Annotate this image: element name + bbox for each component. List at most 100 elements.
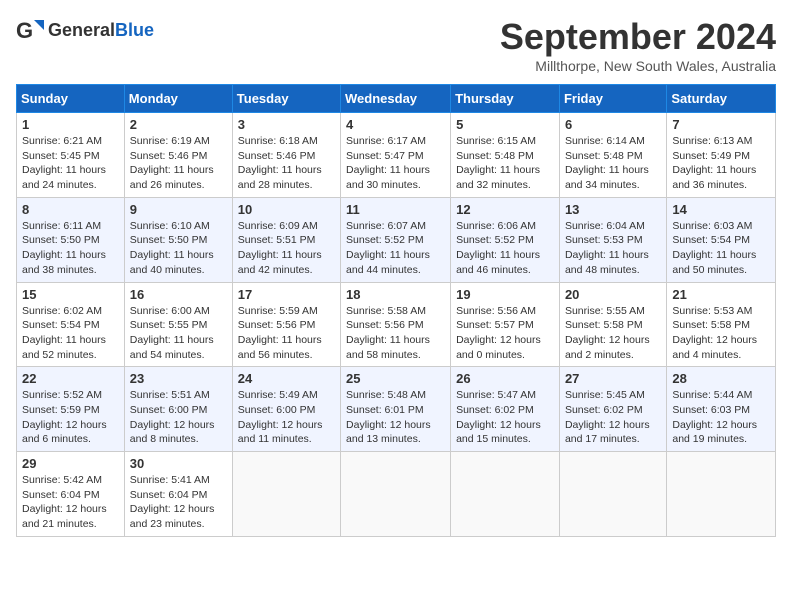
- cell-content: Sunrise: 6:21 AM Sunset: 5:45 PM Dayligh…: [22, 134, 119, 193]
- cell-content: Sunrise: 6:15 AM Sunset: 5:48 PM Dayligh…: [456, 134, 554, 193]
- calendar-cell: 19 Sunrise: 5:56 AM Sunset: 5:57 PM Dayli…: [451, 282, 560, 367]
- calendar-cell: 10Sunrise: 6:09 AM Sunset: 5:51 PM Dayli…: [232, 197, 340, 282]
- day-number: 2: [130, 117, 227, 132]
- day-number: 17: [238, 287, 335, 302]
- cell-content: Sunrise: 6:19 AM Sunset: 5:46 PM Dayligh…: [130, 134, 227, 193]
- day-number: 23: [130, 371, 227, 386]
- cell-content: Sunrise: 6:13 AM Sunset: 5:49 PM Dayligh…: [672, 134, 770, 193]
- calendar-cell: [341, 452, 451, 537]
- day-number: 30: [130, 456, 227, 471]
- day-number: 7: [672, 117, 770, 132]
- day-number: 22: [22, 371, 119, 386]
- day-number: 12: [456, 202, 554, 217]
- calendar-cell: 3Sunrise: 6:18 AM Sunset: 5:46 PM Daylig…: [232, 113, 340, 198]
- cell-content: Sunrise: 5:49 AM Sunset: 6:00 PM Dayligh…: [238, 388, 335, 447]
- calendar-cell: 9 Sunrise: 6:10 AM Sunset: 5:50 PM Daylig…: [124, 197, 232, 282]
- logo-text-blue: Blue: [115, 20, 154, 40]
- cell-content: Sunrise: 5:44 AM Sunset: 6:03 PM Dayligh…: [672, 388, 770, 447]
- calendar-cell: 16Sunrise: 6:00 AM Sunset: 5:55 PM Dayli…: [124, 282, 232, 367]
- calendar-cell: 30 Sunrise: 5:41 AM Sunset: 6:04 PM Dayli…: [124, 452, 232, 537]
- day-number: 3: [238, 117, 335, 132]
- calendar-cell: 20Sunrise: 5:55 AM Sunset: 5:58 PM Dayli…: [559, 282, 666, 367]
- day-number: 13: [565, 202, 661, 217]
- calendar-cell: 13 Sunrise: 6:04 AM Sunset: 5:53 PM Dayli…: [559, 197, 666, 282]
- weekday-wednesday: Wednesday: [341, 85, 451, 113]
- weekday-friday: Friday: [559, 85, 666, 113]
- weekday-saturday: Saturday: [667, 85, 776, 113]
- calendar-cell: [667, 452, 776, 537]
- day-number: 15: [22, 287, 119, 302]
- calendar-cell: 21Sunrise: 5:53 AM Sunset: 5:58 PM Dayli…: [667, 282, 776, 367]
- month-title: September 2024: [500, 16, 776, 58]
- title-block: September 2024 Millthorpe, New South Wal…: [500, 16, 776, 74]
- cell-content: Sunrise: 6:10 AM Sunset: 5:50 PM Dayligh…: [130, 219, 227, 278]
- calendar-cell: 2 Sunrise: 6:19 AM Sunset: 5:46 PM Daylig…: [124, 113, 232, 198]
- cell-content: Sunrise: 5:42 AM Sunset: 6:04 PM Dayligh…: [22, 473, 119, 532]
- calendar-cell: 18 Sunrise: 5:58 AM Sunset: 5:56 PM Dayli…: [341, 282, 451, 367]
- calendar-cell: [451, 452, 560, 537]
- day-number: 6: [565, 117, 661, 132]
- calendar-cell: 7 Sunrise: 6:13 AM Sunset: 5:49 PM Daylig…: [667, 113, 776, 198]
- day-number: 18: [346, 287, 445, 302]
- cell-content: Sunrise: 5:59 AM Sunset: 5:56 PM Dayligh…: [238, 304, 335, 363]
- day-number: 11: [346, 202, 445, 217]
- cell-content: Sunrise: 5:53 AM Sunset: 5:58 PM Dayligh…: [672, 304, 770, 363]
- cell-content: Sunrise: 5:41 AM Sunset: 6:04 PM Dayligh…: [130, 473, 227, 532]
- cell-content: Sunrise: 6:07 AM Sunset: 5:52 PM Dayligh…: [346, 219, 445, 278]
- cell-content: Sunrise: 5:58 AM Sunset: 5:56 PM Dayligh…: [346, 304, 445, 363]
- day-number: 26: [456, 371, 554, 386]
- calendar-cell: 14Sunrise: 6:03 AM Sunset: 5:54 PM Dayli…: [667, 197, 776, 282]
- calendar-cell: 5 Sunrise: 6:15 AM Sunset: 5:48 PM Daylig…: [451, 113, 560, 198]
- calendar-cell: 4Sunrise: 6:17 AM Sunset: 5:47 PM Daylig…: [341, 113, 451, 198]
- calendar-cell: 25Sunrise: 5:48 AM Sunset: 6:01 PM Dayli…: [341, 367, 451, 452]
- cell-content: Sunrise: 5:47 AM Sunset: 6:02 PM Dayligh…: [456, 388, 554, 447]
- day-number: 29: [22, 456, 119, 471]
- page-header: G GeneralBlue September 2024 Millthorpe,…: [16, 16, 776, 74]
- calendar-week-4: 22Sunrise: 5:52 AM Sunset: 5:59 PM Dayli…: [17, 367, 776, 452]
- logo-text-general: General: [48, 20, 115, 40]
- calendar-cell: 23 Sunrise: 5:51 AM Sunset: 6:00 PM Dayli…: [124, 367, 232, 452]
- day-number: 5: [456, 117, 554, 132]
- calendar-cell: 11 Sunrise: 6:07 AM Sunset: 5:52 PM Dayli…: [341, 197, 451, 282]
- cell-content: Sunrise: 6:11 AM Sunset: 5:50 PM Dayligh…: [22, 219, 119, 278]
- calendar-cell: 12 Sunrise: 6:06 AM Sunset: 5:52 PM Dayli…: [451, 197, 560, 282]
- calendar-cell: 8 Sunrise: 6:11 AM Sunset: 5:50 PM Daylig…: [17, 197, 125, 282]
- day-number: 1: [22, 117, 119, 132]
- calendar-cell: [232, 452, 340, 537]
- calendar-cell: 29 Sunrise: 5:42 AM Sunset: 6:04 PM Dayli…: [17, 452, 125, 537]
- weekday-monday: Monday: [124, 85, 232, 113]
- cell-content: Sunrise: 6:06 AM Sunset: 5:52 PM Dayligh…: [456, 219, 554, 278]
- calendar-cell: 26 Sunrise: 5:47 AM Sunset: 6:02 PM Dayli…: [451, 367, 560, 452]
- calendar-week-1: 1 Sunrise: 6:21 AM Sunset: 5:45 PM Daylig…: [17, 113, 776, 198]
- weekday-thursday: Thursday: [451, 85, 560, 113]
- logo-icon: G: [16, 16, 44, 44]
- day-number: 28: [672, 371, 770, 386]
- cell-content: Sunrise: 5:48 AM Sunset: 6:01 PM Dayligh…: [346, 388, 445, 447]
- day-number: 16: [130, 287, 227, 302]
- logo: G GeneralBlue: [16, 16, 154, 44]
- cell-content: Sunrise: 6:03 AM Sunset: 5:54 PM Dayligh…: [672, 219, 770, 278]
- cell-content: Sunrise: 6:14 AM Sunset: 5:48 PM Dayligh…: [565, 134, 661, 193]
- calendar-cell: 27Sunrise: 5:45 AM Sunset: 6:02 PM Dayli…: [559, 367, 666, 452]
- calendar-week-5: 29 Sunrise: 5:42 AM Sunset: 6:04 PM Dayli…: [17, 452, 776, 537]
- calendar-cell: 15 Sunrise: 6:02 AM Sunset: 5:54 PM Dayli…: [17, 282, 125, 367]
- day-number: 24: [238, 371, 335, 386]
- cell-content: Sunrise: 5:56 AM Sunset: 5:57 PM Dayligh…: [456, 304, 554, 363]
- weekday-sunday: Sunday: [17, 85, 125, 113]
- cell-content: Sunrise: 6:04 AM Sunset: 5:53 PM Dayligh…: [565, 219, 661, 278]
- weekday-header-row: SundayMondayTuesdayWednesdayThursdayFrid…: [17, 85, 776, 113]
- calendar-week-3: 15 Sunrise: 6:02 AM Sunset: 5:54 PM Dayli…: [17, 282, 776, 367]
- day-number: 9: [130, 202, 227, 217]
- cell-content: Sunrise: 5:51 AM Sunset: 6:00 PM Dayligh…: [130, 388, 227, 447]
- calendar-cell: 24 Sunrise: 5:49 AM Sunset: 6:00 PM Dayli…: [232, 367, 340, 452]
- day-number: 8: [22, 202, 119, 217]
- day-number: 27: [565, 371, 661, 386]
- svg-text:G: G: [16, 18, 33, 43]
- day-number: 10: [238, 202, 335, 217]
- day-number: 19: [456, 287, 554, 302]
- calendar-body: 1 Sunrise: 6:21 AM Sunset: 5:45 PM Daylig…: [17, 113, 776, 537]
- calendar-cell: [559, 452, 666, 537]
- cell-content: Sunrise: 6:02 AM Sunset: 5:54 PM Dayligh…: [22, 304, 119, 363]
- calendar-cell: 6 Sunrise: 6:14 AM Sunset: 5:48 PM Daylig…: [559, 113, 666, 198]
- calendar-cell: 28 Sunrise: 5:44 AM Sunset: 6:03 PM Dayli…: [667, 367, 776, 452]
